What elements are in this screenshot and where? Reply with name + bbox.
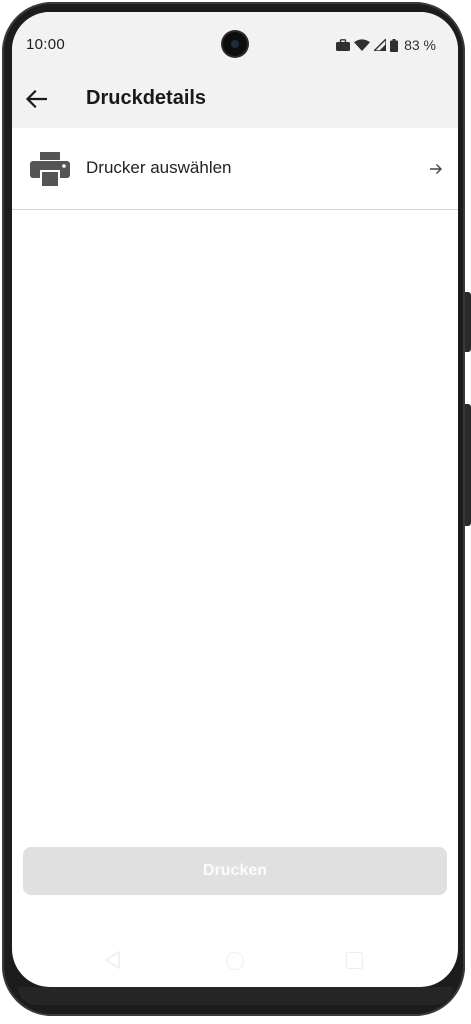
print-button[interactable]: Drucken: [23, 847, 447, 895]
print-button-label: Drucken: [202, 862, 268, 879]
battery-percent: 83 %: [404, 37, 436, 53]
status-time: 10:00: [26, 36, 66, 53]
power-button: [465, 292, 471, 352]
volume-button: [465, 404, 471, 526]
nav-recents-icon[interactable]: [346, 952, 363, 969]
system-navigation-bar: [12, 940, 458, 980]
back-button[interactable]: [24, 87, 48, 111]
signal-icon: [374, 39, 387, 51]
screen: 10:00 83 % Druckdetails Drucker auswähle…: [12, 12, 458, 987]
battery-icon: [390, 38, 399, 52]
select-printer-row[interactable]: Drucker auswählen: [12, 128, 458, 210]
phone-bottom-edge: [18, 987, 453, 1005]
status-icons: 83 %: [336, 37, 436, 53]
device-frame: 10:00 83 % Druckdetails Drucker auswähle…: [0, 0, 471, 1024]
page-title: Druckdetails: [86, 87, 207, 109]
arrow-left-icon: [25, 90, 47, 108]
arrow-right-icon: [430, 164, 442, 174]
wifi-icon: [354, 39, 371, 51]
app-bar: 10:00 83 % Druckdetails: [12, 12, 458, 128]
briefcase-icon: [336, 39, 351, 51]
printer-icon: [30, 152, 70, 186]
front-camera: [223, 32, 247, 56]
nav-back-icon[interactable]: [104, 951, 120, 969]
select-printer-label: Drucker auswählen: [86, 158, 232, 177]
nav-home-icon[interactable]: [226, 952, 244, 970]
